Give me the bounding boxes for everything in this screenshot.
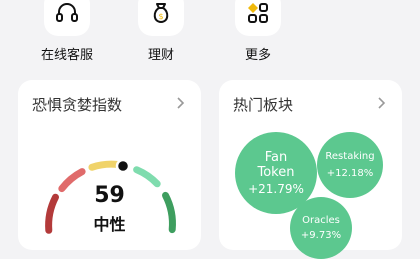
sector-name: Restaking <box>325 151 375 162</box>
sector-name: Fan <box>264 149 288 165</box>
sector-name: Oracles <box>302 215 340 226</box>
svg-text:$: $ <box>158 12 163 21</box>
sector-name: Token <box>257 164 295 180</box>
sector-change: +9.73% <box>300 230 342 241</box>
fear-greed-value: 59 <box>94 183 125 208</box>
sector-change: +12.18% <box>326 168 374 179</box>
apps-grid-icon <box>248 3 268 23</box>
hot-sectors-card[interactable]: 热门板块 Fan Token +21.79% Restaking +12.18%… <box>219 80 402 259</box>
shortcut-customer-service[interactable]: 在线客服 <box>27 0 107 70</box>
shortcut-more[interactable]: 更多 <box>218 0 298 70</box>
headset-icon <box>56 3 78 22</box>
shortcut-tile: $ <box>138 0 184 36</box>
sector-bubble-restaking[interactable]: Restaking +12.18% <box>317 132 383 198</box>
chevron-right-icon[interactable] <box>173 96 187 110</box>
shortcut-wealth[interactable]: $ 理财 <box>121 0 201 70</box>
chevron-right-icon[interactable] <box>374 96 388 110</box>
shortcut-label: 在线客服 <box>40 48 93 63</box>
gauge-segment-neutral <box>88 160 122 171</box>
money-bag-icon: $ <box>153 3 169 24</box>
fear-greed-status: 中性 <box>93 215 126 234</box>
sector-change: +21.79% <box>248 181 304 196</box>
shortcut-tile <box>44 0 90 36</box>
shortcut-tile <box>235 0 281 36</box>
fear-greed-card[interactable]: 恐惧贪婪指数 59 中性 <box>18 80 201 250</box>
shortcut-label: 理财 <box>147 48 174 63</box>
gauge-segment-greed <box>133 166 161 188</box>
shortcut-label: 更多 <box>244 48 271 63</box>
fear-greed-title: 恐惧贪婪指数 <box>32 96 123 114</box>
sector-bubble-oracles[interactable]: Oracles +9.73% <box>290 197 352 259</box>
hot-sectors-title: 热门板块 <box>233 96 294 114</box>
gauge-indicator <box>115 158 131 174</box>
